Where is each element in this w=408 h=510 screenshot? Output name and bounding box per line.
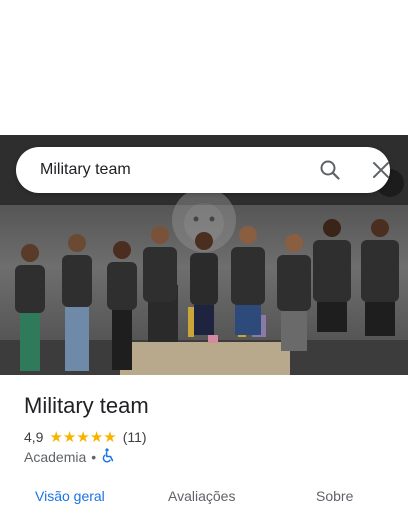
star-icon: ★ bbox=[76, 428, 90, 446]
search-input[interactable]: Military team bbox=[40, 160, 131, 180]
star-icon: ★ bbox=[49, 428, 63, 446]
rating-value: 4,9 bbox=[24, 429, 44, 445]
star-icon: ★ bbox=[103, 428, 117, 446]
rating-row[interactable]: 4,9 ★ ★ ★ ★ ★ (11) bbox=[24, 428, 147, 446]
wheelchair-icon bbox=[101, 448, 115, 466]
star-icon: ★ bbox=[89, 428, 104, 446]
place-tabs: Visão geral Avaliações Sobre bbox=[0, 480, 408, 510]
place-category: Academia bbox=[24, 449, 87, 465]
star-rating: ★ ★ ★ ★ ★ bbox=[49, 430, 116, 445]
tab-about[interactable]: Sobre bbox=[316, 488, 353, 504]
review-count[interactable]: (11) bbox=[123, 429, 147, 445]
search-icon[interactable] bbox=[319, 159, 341, 181]
close-icon[interactable] bbox=[370, 159, 392, 181]
category-row: Academia • bbox=[24, 448, 115, 466]
tab-reviews[interactable]: Avaliações bbox=[168, 488, 235, 504]
place-title: Military team bbox=[24, 393, 149, 418]
search-box[interactable]: Military team bbox=[16, 147, 390, 193]
star-icon: ★ bbox=[62, 428, 77, 446]
separator-dot: • bbox=[91, 449, 97, 465]
tab-overview[interactable]: Visão geral bbox=[35, 488, 105, 504]
